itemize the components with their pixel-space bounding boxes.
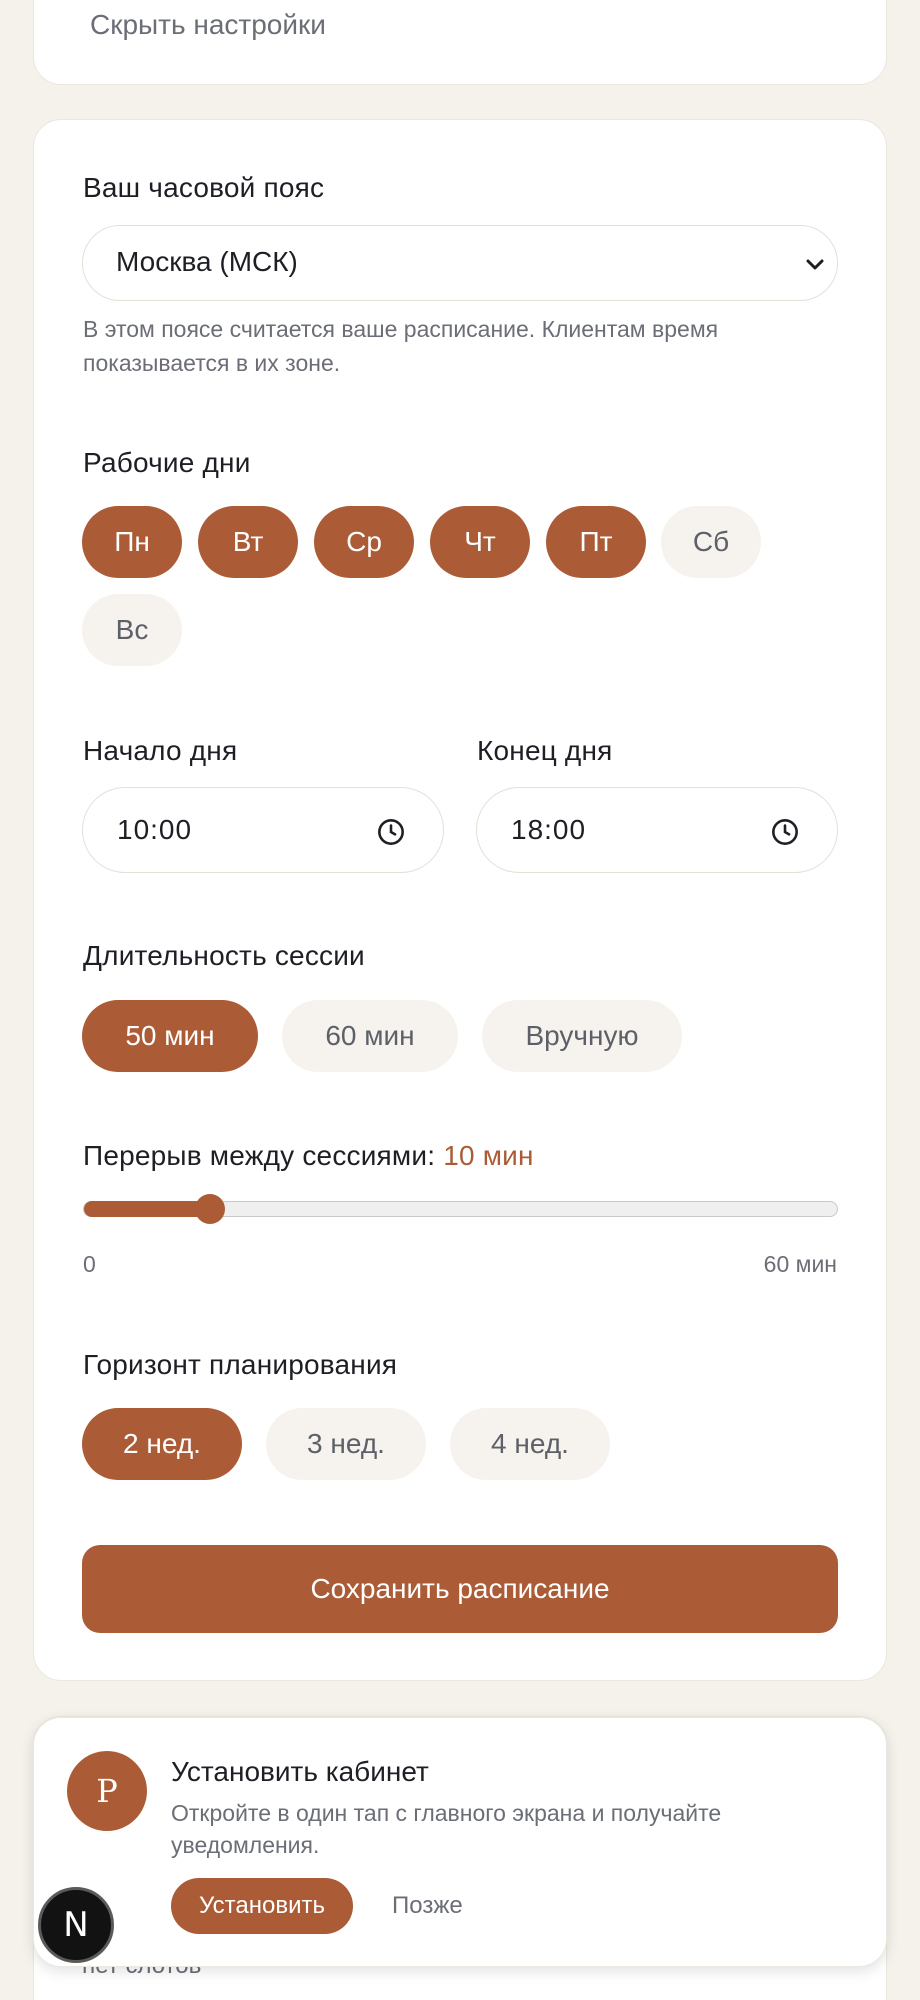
session-duration-label: Длительность сессии — [83, 940, 365, 971]
horizon-option-3w[interactable]: 3 нед. — [266, 1408, 426, 1480]
break-slider-fill — [84, 1201, 210, 1217]
session-option-50[interactable]: 50 мин — [82, 1000, 258, 1072]
day-chip-wed[interactable]: Ср — [314, 506, 414, 578]
install-prompt: P Установить кабинет Откройте в один тап… — [33, 1717, 887, 1967]
clock-icon — [378, 819, 404, 845]
day-chip-sat[interactable]: Сб — [661, 506, 761, 578]
clock-icon — [772, 819, 798, 845]
schedule-settings-card: Ваш часовой пояс Москва (МСК) В этом поя… — [33, 119, 887, 1681]
hide-settings-link[interactable]: Скрыть настройки — [90, 9, 326, 41]
day-chip-sun[interactable]: Вс — [82, 594, 182, 666]
day-chip-thu[interactable]: Чт — [430, 506, 530, 578]
settings-header-card: Скрыть настройки — [33, 0, 887, 85]
break-value: 10 мин — [443, 1140, 534, 1171]
start-time-input[interactable]: 10:00 — [82, 787, 444, 873]
horizon-option-2w[interactable]: 2 нед. — [82, 1408, 242, 1480]
session-option-manual[interactable]: Вручную — [482, 1000, 682, 1072]
end-time-label: Конец дня — [477, 735, 613, 766]
break-label-text: Перерыв между сессиями: — [83, 1140, 436, 1171]
break-slider-thumb[interactable] — [194, 1194, 225, 1224]
chevron-down-icon — [806, 259, 824, 270]
timezone-select[interactable]: Москва (МСК) — [82, 225, 838, 301]
timezone-help-text: В этом поясе считается ваше расписание. … — [83, 316, 719, 376]
install-description: Откройте в один тап с главного экрана и … — [171, 1800, 722, 1858]
later-button[interactable]: Позже — [392, 1878, 463, 1934]
install-button[interactable]: Установить — [171, 1878, 353, 1934]
timezone-label: Ваш часовой пояс — [83, 172, 325, 203]
break-min-label: 0 — [83, 1251, 96, 1277]
planning-horizon-label: Горизонт планирования — [83, 1349, 398, 1380]
break-label: Перерыв между сессиями: 10 мин — [83, 1140, 534, 1172]
end-time-value: 18:00 — [511, 814, 587, 845]
session-option-60[interactable]: 60 мин — [282, 1000, 458, 1072]
start-time-label: Начало дня — [83, 735, 238, 766]
start-time-value: 10:00 — [117, 814, 193, 845]
save-schedule-button[interactable]: Сохранить расписание — [82, 1545, 838, 1633]
end-time-input[interactable]: 18:00 — [476, 787, 838, 873]
day-chip-tue[interactable]: Вт — [198, 506, 298, 578]
app-logo: P — [67, 1751, 147, 1831]
horizon-option-4w[interactable]: 4 нед. — [450, 1408, 610, 1480]
dev-tools-badge[interactable]: N — [38, 1887, 114, 1963]
break-max-label: 60 мин — [763, 1251, 837, 1277]
timezone-value: Москва (МСК) — [116, 246, 298, 277]
workdays-label: Рабочие дни — [83, 447, 251, 478]
install-title: Установить кабинет — [171, 1756, 429, 1787]
break-slider[interactable] — [83, 1194, 838, 1224]
day-chip-mon[interactable]: Пн — [82, 506, 182, 578]
day-chip-fri[interactable]: Пт — [546, 506, 646, 578]
